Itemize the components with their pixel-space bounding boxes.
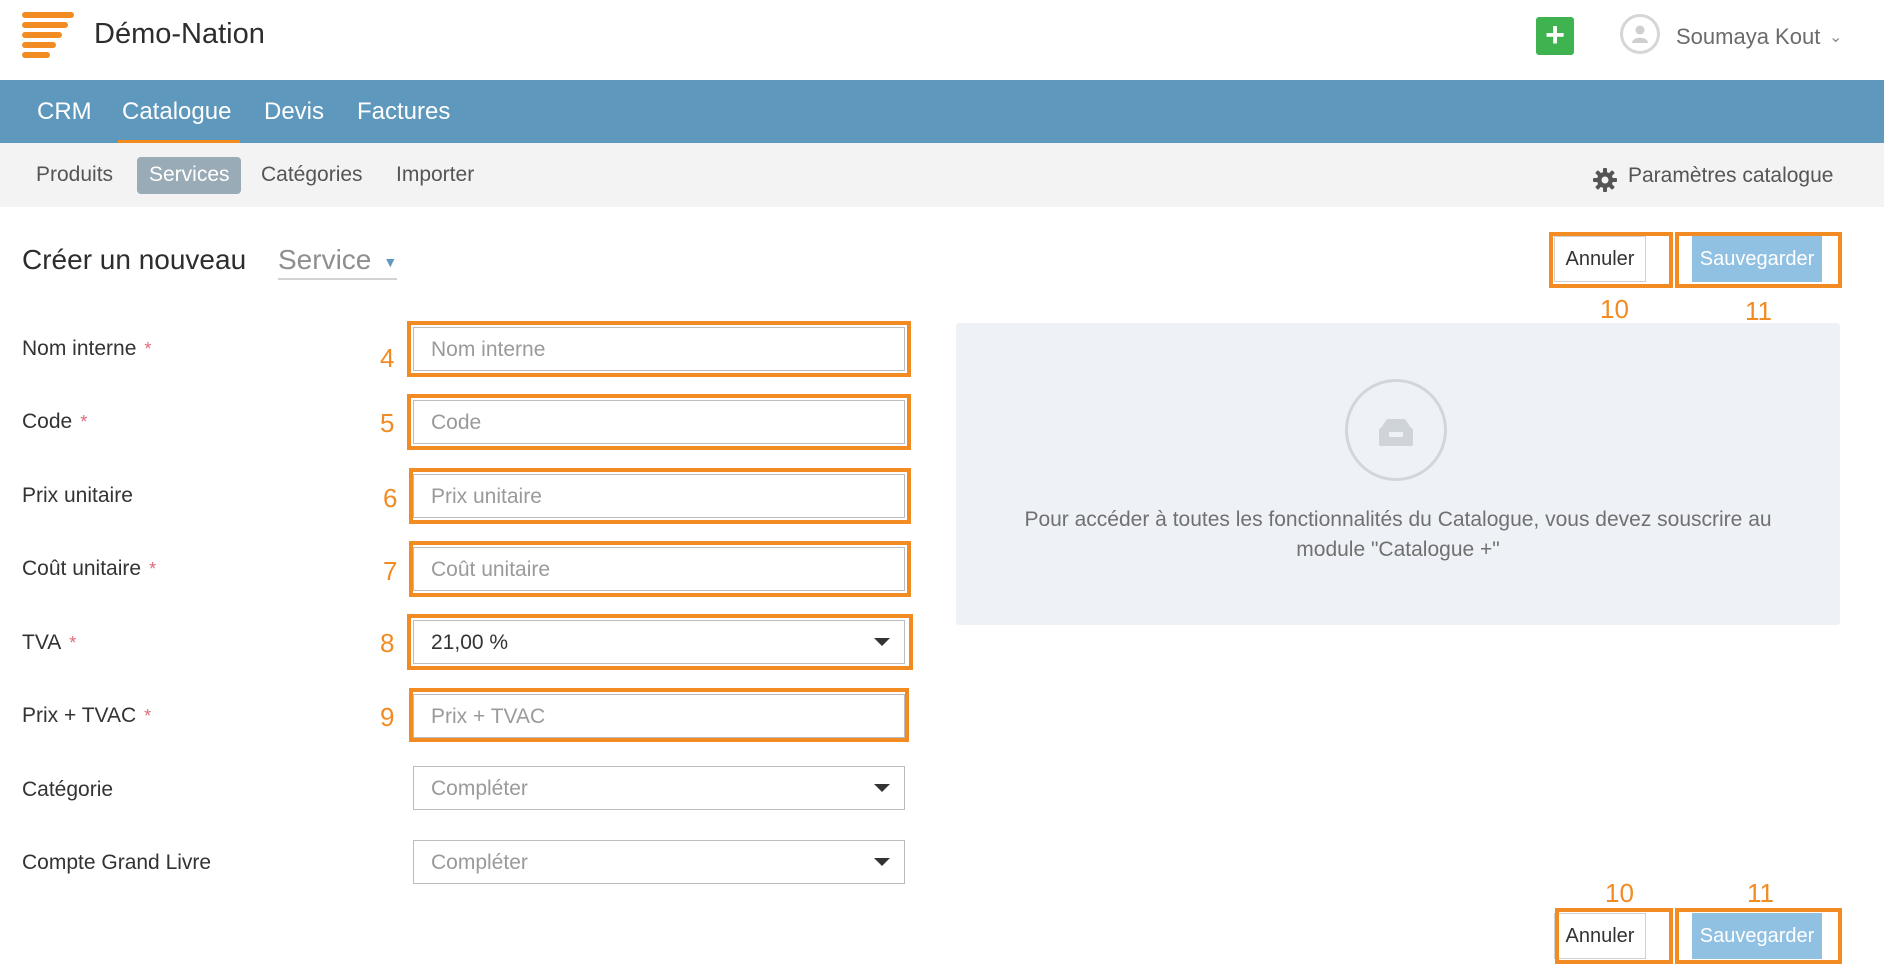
annotation-box-7 [409, 541, 911, 597]
catalogue-settings-label: Paramètres catalogue [1628, 164, 1834, 187]
annotation-box-6 [409, 468, 911, 524]
type-select-value: Service [278, 244, 372, 275]
label-compte-grand-livre: Compte Grand Livre [22, 851, 212, 874]
annotation-number-save-bottom: 11 [1747, 878, 1774, 908]
annotation-number-6: 6 [383, 483, 398, 513]
gear-icon [1593, 168, 1617, 192]
form-title: Créer un nouveau [22, 244, 247, 275]
main-nav: CRM Catalogue Devis Factures [0, 80, 1884, 144]
subnav-item-services[interactable]: Services [149, 163, 230, 187]
user-name[interactable]: Soumaya Kout [1676, 24, 1820, 50]
required-star: * [144, 339, 152, 359]
app-logo-icon[interactable] [22, 12, 74, 58]
required-star: * [149, 559, 157, 579]
annotation-box-9 [409, 688, 909, 742]
nav-item-crm[interactable]: CRM [37, 98, 92, 126]
annotation-box-save-top [1675, 232, 1842, 288]
user-avatar-icon[interactable] [1620, 14, 1660, 54]
required-star: * [144, 706, 152, 726]
annotation-box-cancel-top [1549, 232, 1673, 288]
annotation-number-4: 4 [380, 343, 395, 373]
categorie-select[interactable]: Compléter [413, 766, 905, 810]
annotation-number-5: 5 [380, 408, 395, 438]
compte-grand-livre-placeholder: Compléter [431, 851, 528, 874]
required-star: * [69, 633, 77, 653]
annotation-number-cancel-top: 10 [1600, 294, 1629, 324]
caret-down-icon: ▼ [383, 253, 398, 270]
label-code: Code * [22, 410, 88, 433]
catalogue-box-icon [1345, 379, 1447, 481]
annotation-number-9: 9 [380, 702, 395, 732]
app-title: Démo-Nation [94, 18, 265, 50]
plus-icon: + [1545, 16, 1565, 54]
compte-grand-livre-select[interactable]: Compléter [413, 840, 905, 884]
annotation-box-8 [407, 614, 913, 670]
subnav-item-importer[interactable]: Importer [396, 163, 474, 187]
annotation-box-cancel-bottom [1555, 908, 1673, 964]
subnav-item-categories[interactable]: Catégories [261, 163, 363, 187]
subnav-item-produits[interactable]: Produits [36, 163, 113, 187]
annotation-box-5 [407, 394, 911, 450]
add-button[interactable]: + [1536, 17, 1574, 55]
categorie-placeholder: Compléter [431, 777, 528, 800]
annotation-number-8: 8 [380, 628, 395, 658]
annotation-box-4 [407, 321, 911, 377]
nav-item-devis[interactable]: Devis [264, 98, 324, 126]
upgrade-message: Pour accéder à toutes les fonctionnalité… [1024, 508, 1772, 561]
required-star: * [80, 412, 88, 432]
label-prix-tvac: Prix + TVAC * [22, 704, 152, 727]
annotation-number-cancel-bottom: 10 [1605, 878, 1634, 908]
annotation-number-7: 7 [383, 556, 398, 586]
caret-down-icon [874, 784, 890, 792]
label-categorie: Catégorie [22, 778, 114, 801]
label-tva: TVA * [22, 631, 77, 654]
top-bar: Démo-Nation + Soumaya Kout ⌄ [0, 0, 1884, 80]
caret-down-icon [874, 858, 890, 866]
chevron-down-icon[interactable]: ⌄ [1829, 27, 1842, 47]
annotation-box-save-bottom [1675, 908, 1842, 964]
catalogue-upgrade-panel: Pour accéder à toutes les fonctionnalité… [956, 323, 1840, 625]
nav-item-factures[interactable]: Factures [357, 98, 450, 126]
label-cout-unitaire: Coût unitaire * [22, 557, 157, 580]
label-prix-unitaire: Prix unitaire [22, 484, 133, 507]
sub-nav: Produits Services Catégories Importer Pa… [0, 143, 1884, 207]
type-select[interactable]: Service ▼ [278, 244, 398, 280]
label-nom-interne: Nom interne * [22, 337, 152, 360]
nav-item-catalogue[interactable]: Catalogue [122, 98, 231, 126]
